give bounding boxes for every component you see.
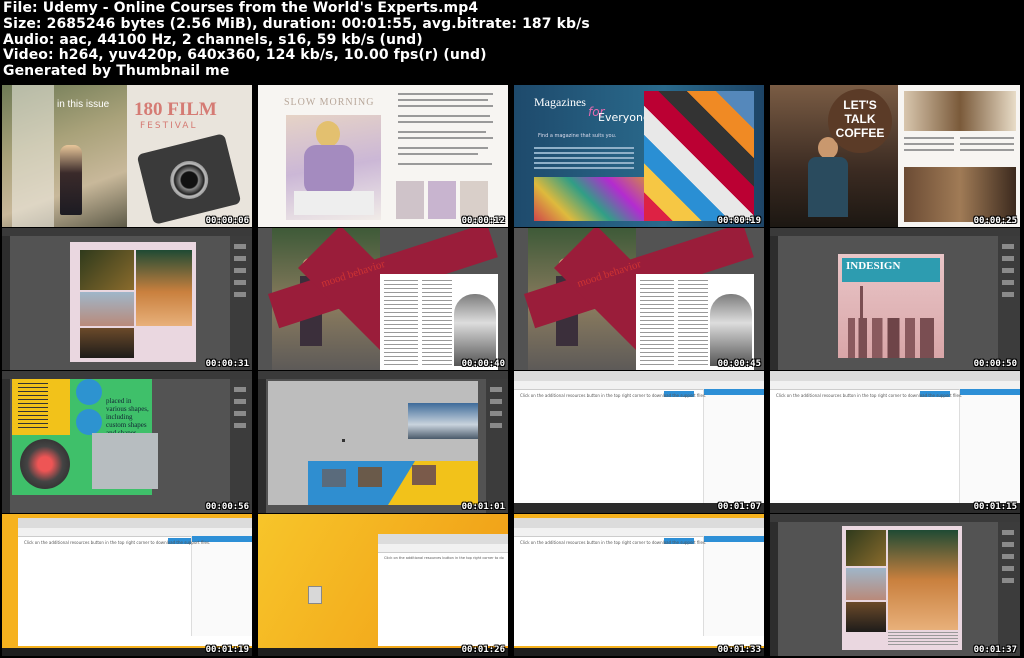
magazines-title: Magazines	[534, 95, 586, 109]
in-this-issue-title: in this issue	[57, 99, 110, 110]
desktop-file-icon	[308, 586, 322, 604]
thumbnail-12[interactable]: Click on the additional resources button…	[770, 371, 1020, 513]
film-title: 180 FILM	[134, 99, 217, 120]
body-text	[534, 147, 634, 169]
slow-morning-title: SLOW MORNING	[284, 97, 375, 108]
indesign-cover: INDESIGN	[838, 254, 944, 358]
timestamp: 00:01:33	[717, 645, 761, 655]
download-instruction: Click on the additional resources button…	[776, 393, 963, 398]
photo-small-1	[396, 181, 424, 219]
thumbnail-13[interactable]: Click on the additional resources button…	[2, 514, 252, 656]
metadata-header: File: Udemy - Online Courses from the Wo…	[3, 0, 1021, 83]
coffee-word: COFFEE	[835, 126, 885, 140]
tagline: Find a magazine that suits you.	[538, 133, 617, 139]
timestamp: 00:00:50	[973, 359, 1017, 369]
download-instruction: Click on the additional resources button…	[520, 540, 707, 545]
layout-page	[842, 526, 962, 650]
photo-small-3	[460, 181, 488, 219]
thumbnail-4[interactable]: LET'S TALK COFFEE 00:00:25	[770, 85, 1020, 227]
photo-cups	[904, 91, 1016, 131]
timestamp: 00:01:07	[717, 502, 761, 512]
magazine-collage-left	[534, 177, 644, 221]
festival-title: FESTIVAL	[140, 121, 198, 131]
talk-word: TALK	[844, 112, 876, 126]
magazine-collage	[644, 91, 754, 221]
browser-window: Click on the additional resources button…	[378, 534, 508, 646]
text-page	[636, 274, 754, 370]
text-page	[380, 274, 498, 370]
everyone-word: Everyone	[598, 111, 650, 124]
download-instruction: Click on the additional resources button…	[24, 540, 211, 545]
camera-photo	[136, 133, 242, 225]
timestamp: 00:00:40	[461, 359, 505, 369]
thumbnail-16[interactable]: 00:01:37	[770, 514, 1020, 656]
timestamp: 00:01:26	[461, 645, 505, 655]
generator-line: Generated by Thumbnail me	[3, 63, 230, 80]
timestamp: 00:01:37	[973, 645, 1017, 655]
browser-window: Click on the additional resources button…	[18, 518, 252, 646]
timestamp: 00:00:31	[205, 359, 249, 369]
layout-page	[70, 242, 196, 362]
canvas-area	[268, 381, 478, 505]
thumbnail-10[interactable]: 00:01:01	[258, 371, 508, 513]
thumbnail-9[interactable]: placed in various shapes, including cust…	[2, 371, 252, 513]
download-instruction: Click on the additional resources button…	[520, 393, 707, 398]
thumbnail-14[interactable]: Click on the additional resources button…	[258, 514, 508, 656]
thumbnail-6[interactable]: mood behavior 00:00:40	[258, 228, 508, 370]
indesign-title: INDESIGN	[846, 260, 901, 272]
coffee-badge: LET'S TALK COFFEE	[828, 89, 892, 153]
timestamp: 00:01:01	[461, 502, 505, 512]
thumbnail-5[interactable]: 00:00:31	[2, 228, 252, 370]
thumbnail-3[interactable]: Magazines for Everyone Find a magazine t…	[514, 85, 764, 227]
timestamp: 00:01:15	[973, 502, 1017, 512]
thumbnail-1[interactable]: in this issue 180 FILM FESTIVAL 00:00:06	[2, 85, 252, 227]
bird-image	[92, 433, 158, 489]
file-size-line: Size: 2685246 bytes (2.56 MiB), duration…	[3, 15, 590, 32]
thumbnail-grid: in this issue 180 FILM FESTIVAL 00:00:06…	[2, 85, 1022, 656]
video-info-line: Video: h264, yuv420p, 640x360, 124 kb/s,…	[3, 47, 487, 64]
timestamp: 00:00:06	[205, 216, 249, 226]
timestamp: 00:00:19	[717, 216, 761, 226]
timestamp: 00:00:56	[205, 502, 249, 512]
timestamp: 00:00:45	[717, 359, 761, 369]
photo-woman	[60, 145, 82, 215]
file-name-line: File: Udemy - Online Courses from the Wo…	[3, 0, 479, 16]
photo-cafe	[904, 167, 1016, 222]
photo-reading-woman	[286, 115, 381, 220]
audio-info-line: Audio: aac, 44100 Hz, 2 channels, s16, 5…	[3, 31, 423, 48]
thumbnail-15[interactable]: Click on the additional resources button…	[514, 514, 764, 656]
thumbnail-11[interactable]: Click on the additional resources button…	[514, 371, 764, 513]
photo-small-2	[428, 181, 456, 219]
timestamp: 00:00:12	[461, 216, 505, 226]
lets-word: LET'S	[843, 98, 877, 112]
browser-window: Click on the additional resources button…	[514, 518, 764, 646]
contents-column	[12, 85, 54, 227]
thumbnail-8[interactable]: INDESIGN 00:00:50	[770, 228, 1020, 370]
timestamp: 00:00:25	[973, 216, 1017, 226]
thumbnail-7[interactable]: mood behavior 00:00:45	[514, 228, 764, 370]
timestamp: 00:01:19	[205, 645, 249, 655]
download-instruction: Click on the additional resources button…	[384, 556, 504, 560]
thumbnail-2[interactable]: SLOW MORNING 00:00:12	[258, 85, 508, 227]
